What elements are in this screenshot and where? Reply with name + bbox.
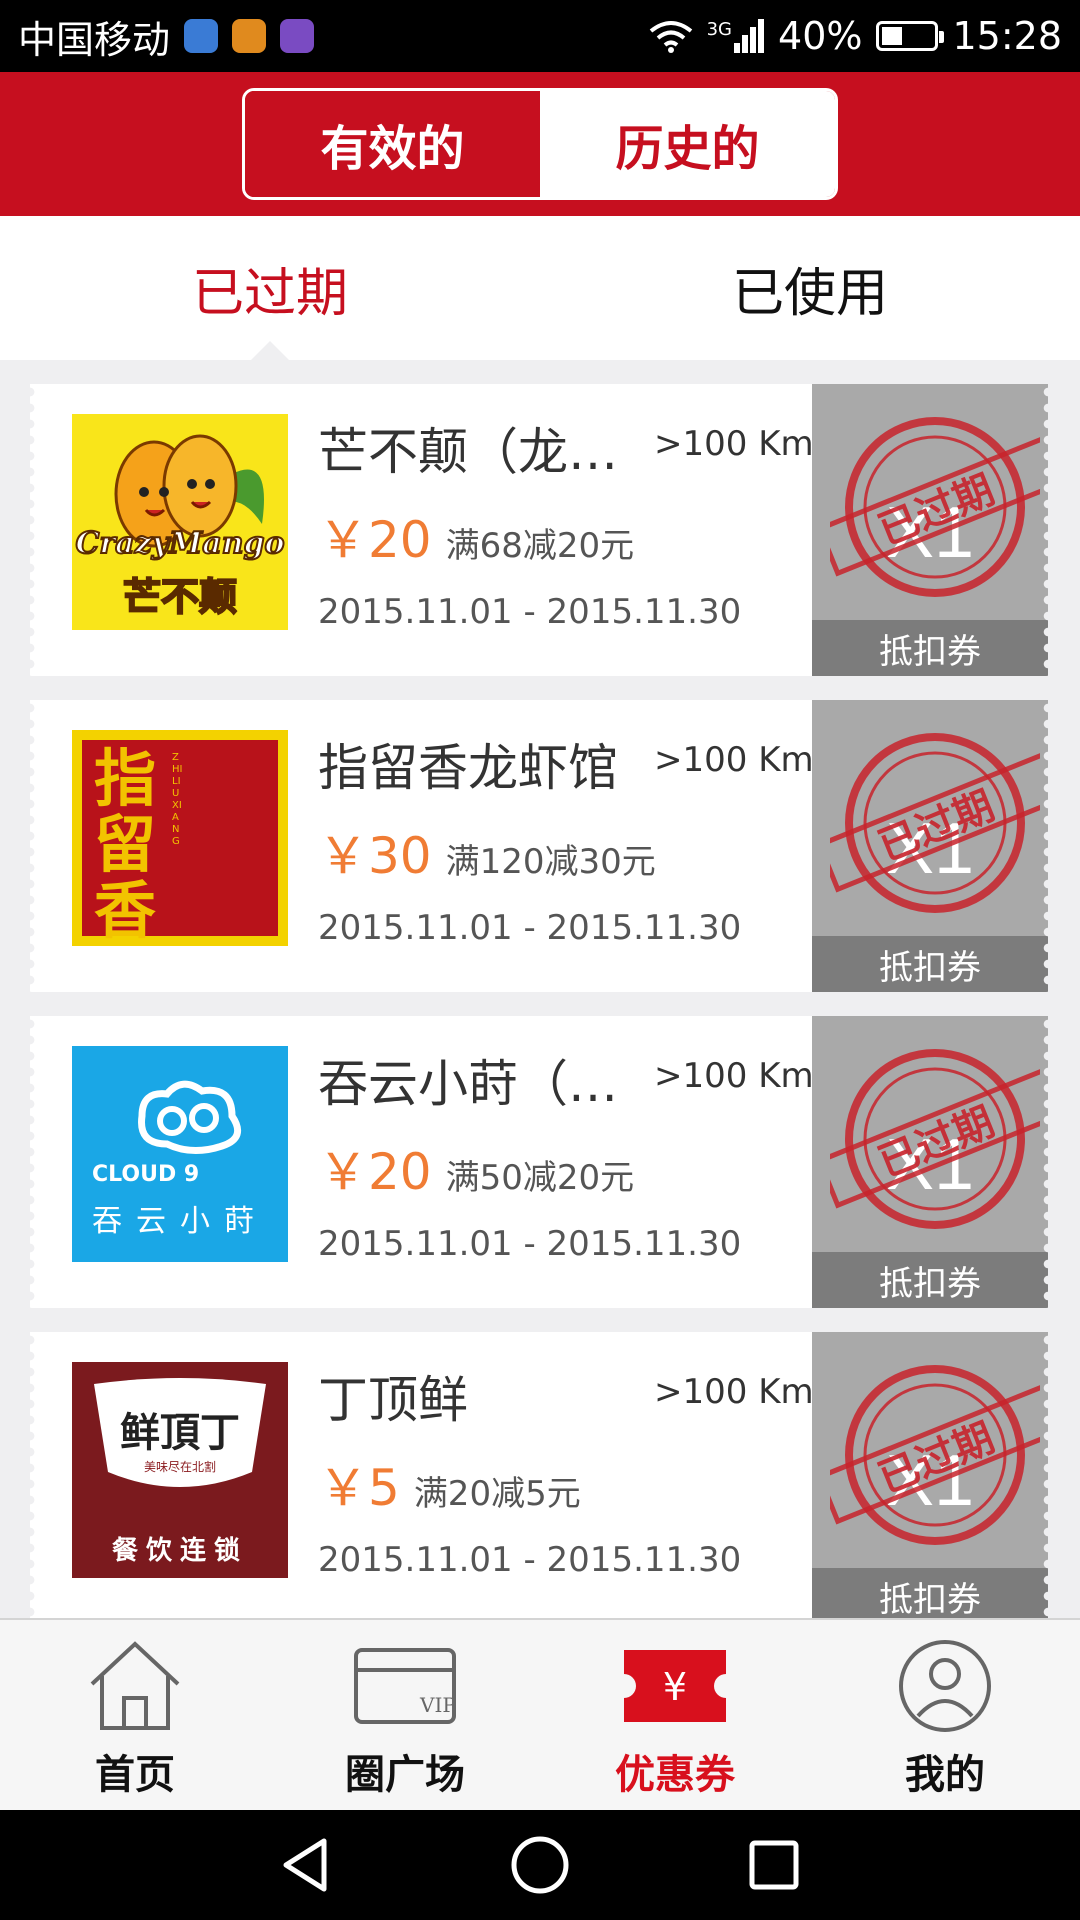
coupon-side-panel: X1 已过期 抵扣券 [812,1332,1048,1618]
coupon-condition: 满68减20元 [445,526,635,566]
tab-used[interactable]: 已使用 [540,216,1080,360]
merchant-logo: CLOUD 9 吞云小莳 [72,1046,288,1262]
logo-subtext: 芒不颠 [122,574,238,620]
coupon-title: 吞云小莳（… [318,1055,618,1113]
logo-footer: 餐饮连锁 [111,1536,248,1566]
coupon-price: ￥30 [318,827,432,885]
logo-text: 鲜頂丁 [120,1409,240,1456]
coupon-distance: >100 Km [654,424,814,464]
coupon-dates: 2015.11.01 - 2015.11.30 [318,592,742,632]
nav-profile-label: 我的 [905,1752,985,1798]
logo-subtext: ZHI LIU XIANG [172,752,183,847]
header-bar: 有效的 历史的 [0,72,1080,216]
segment-valid[interactable]: 有效的 [245,91,540,197]
coupon-info: CLOUD 9 吞云小莳 吞云小莳（… >100 Km ￥20 满50减20元 … [30,1016,814,1308]
price-row: ￥20 满50减20元 [318,1132,634,1204]
coupon-condition: 满120减30元 [445,842,656,882]
battery-icon [876,21,945,51]
coupon-price: ￥20 [318,1143,432,1201]
carrier-label: 中国移动 [18,17,171,62]
battery-percent: 40% [778,14,863,58]
coupon-price: ￥5 [318,1459,400,1517]
vip-card-icon: VIP [354,1648,456,1724]
coupon-condition: 满50减20元 [445,1158,635,1198]
coupon-info: 鲜頂丁 美味尽在北割 餐饮连锁 丁顶鲜 >100 Km ￥5 满20减5元 20… [30,1332,814,1618]
coupon-type: 抵扣券 [812,1568,1048,1618]
coupon-list[interactable]: CrazyMango 芒不颠 芒不颠（龙… >100 Km ￥20 满68减20… [0,360,1080,1618]
coupon-distance: >100 Km [654,1056,814,1096]
merchant-logo: 鲜頂丁 美味尽在北割 餐饮连锁 [72,1362,288,1578]
logo-text: CrazyMango [74,525,285,562]
vip-text: VIP [419,1693,456,1717]
coupon-type: 抵扣券 [812,1252,1048,1308]
recents-icon[interactable] [742,1833,806,1897]
signal-icon: 3G [706,19,765,53]
nav-coupon[interactable]: ¥ 优惠券 [540,1620,810,1810]
coupon-distance: >100 Km [654,1372,814,1412]
sub-tabs: 已过期 已使用 [0,216,1080,360]
coupon-card[interactable]: CrazyMango 芒不颠 芒不颠（龙… >100 Km ￥20 满68减20… [30,384,1048,676]
clock: 15:28 [952,14,1062,58]
logo-subtext: 吞云小莳 [92,1204,268,1239]
coupon-icon: ¥ [624,1650,726,1722]
nav-home-label: 首页 [95,1752,175,1798]
nav-profile[interactable]: 我的 [810,1620,1080,1810]
profile-icon [899,1640,991,1732]
coupon-card[interactable]: CLOUD 9 吞云小莳 吞云小莳（… >100 Km ￥20 满50减20元 … [30,1016,1048,1308]
back-icon[interactable] [274,1833,338,1897]
tab-expired[interactable]: 已过期 [0,216,540,360]
expired-stamp-icon: 已过期 [830,733,1040,913]
coupon-title: 芒不颠（龙… [318,423,618,481]
expired-stamp-icon: 已过期 [830,1049,1040,1229]
nav-coupon-label: 优惠券 [615,1752,735,1798]
merchant-logo: 指留香 ZHI LIU XIANG [72,730,288,946]
network-type: 3G [706,19,733,40]
logo-subtext: 美味尽在北割 [143,1460,216,1474]
coupon-title: 丁顶鲜 [318,1371,468,1429]
logo-text: 指留香 [94,742,157,946]
expired-stamp-icon: 已过期 [830,1365,1040,1545]
coupon-side-panel: X1 已过期 抵扣券 [812,700,1048,992]
merchant-logo: CrazyMango 芒不颠 [72,414,288,630]
status-bar: 中国移动 3G 40% 15:28 [0,0,1080,72]
price-row: ￥5 满20减5元 [318,1448,581,1520]
bottom-nav: 首页 VIP 圈广场 ¥ 优惠券 我的 [0,1618,1080,1810]
coupon-condition: 满20减5元 [413,1474,581,1514]
coupon-type: 抵扣券 [812,620,1048,676]
coupon-type: 抵扣券 [812,936,1048,992]
coupon-dates: 2015.11.01 - 2015.11.30 [318,1540,742,1580]
segmented-control: 有效的 历史的 [242,88,838,200]
logo-text: CLOUD 9 [92,1162,200,1187]
coupon-side-panel: X1 已过期 抵扣券 [812,1016,1048,1308]
home-icon [90,1641,180,1730]
coupon-info: CrazyMango 芒不颠 芒不颠（龙… >100 Km ￥20 满68减20… [30,384,814,676]
nav-home[interactable]: 首页 [0,1620,270,1810]
coupon-dates: 2015.11.01 - 2015.11.30 [318,908,742,948]
price-row: ￥30 满120减30元 [318,816,656,888]
coupon-card[interactable]: 指留香 ZHI LIU XIANG 指留香龙虾馆 >100 Km ￥30 满12… [30,700,1048,992]
wifi-icon [649,21,692,53]
location-icon [184,19,219,53]
expired-stamp-icon: 已过期 [830,417,1040,597]
coupon-icon-symbol: ¥ [663,1665,687,1709]
gallery-icon [280,19,315,53]
coupon-title: 指留香龙虾馆 [318,739,618,797]
coupon-side-panel: X1 已过期 抵扣券 [812,384,1048,676]
segment-history[interactable]: 历史的 [540,91,835,197]
coupon-card[interactable]: 鲜頂丁 美味尽在北割 餐饮连锁 丁顶鲜 >100 Km ￥5 满20减5元 20… [30,1332,1048,1618]
health-icon [232,19,267,53]
coupon-price: ￥20 [318,511,432,569]
system-nav-bar [0,1810,1080,1920]
coupon-dates: 2015.11.01 - 2015.11.30 [318,1224,742,1264]
home-circle-icon[interactable] [508,1833,572,1897]
coupon-info: 指留香 ZHI LIU XIANG 指留香龙虾馆 >100 Km ￥30 满12… [30,700,814,992]
nav-plaza[interactable]: VIP 圈广场 [270,1620,540,1810]
coupon-distance: >100 Km [654,740,814,780]
nav-plaza-label: 圈广场 [345,1752,465,1798]
price-row: ￥20 满68减20元 [318,500,634,572]
